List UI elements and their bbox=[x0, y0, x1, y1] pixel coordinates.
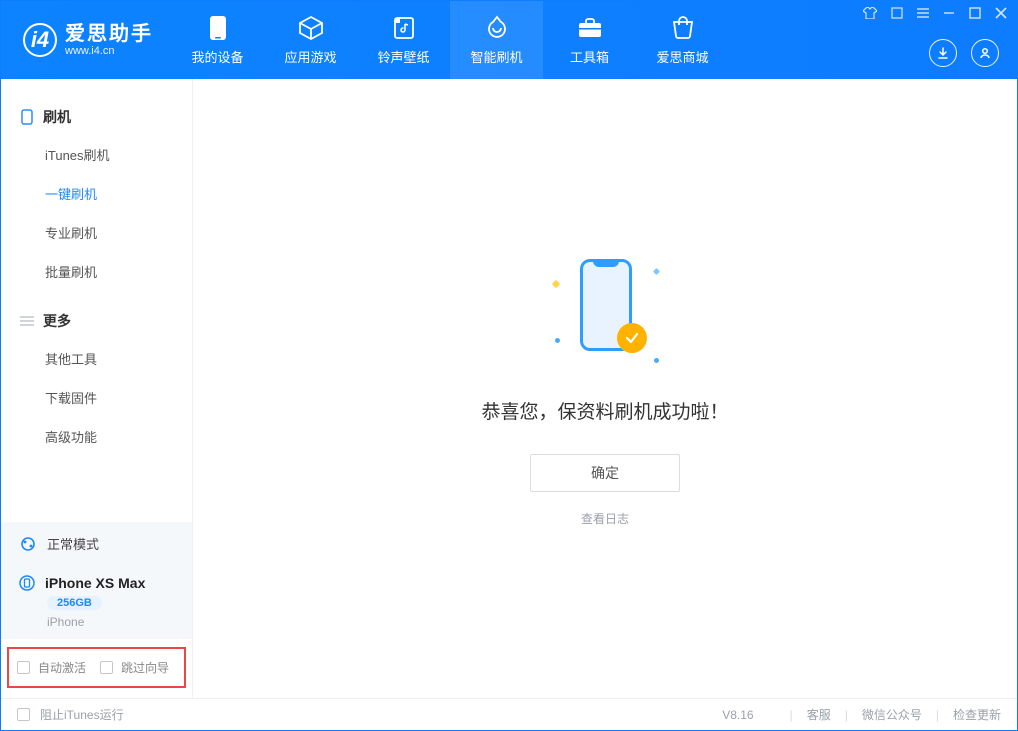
nav-label: 应用游戏 bbox=[284, 47, 336, 66]
sidebar-head-more[interactable]: 更多 bbox=[1, 303, 192, 339]
checkbox-label: 阻止iTunes运行 bbox=[40, 706, 124, 723]
shop-icon bbox=[670, 15, 696, 41]
toolbox-icon bbox=[577, 15, 603, 41]
device-row[interactable]: iPhone XS Max bbox=[1, 565, 192, 593]
maximize-icon[interactable] bbox=[969, 7, 981, 19]
success-illustration bbox=[545, 251, 665, 371]
nav-label: 爱思商城 bbox=[656, 47, 708, 66]
device-capacity-row: 256GB bbox=[1, 593, 192, 615]
checkbox-box bbox=[17, 708, 30, 721]
view-log-link[interactable]: 查看日志 bbox=[581, 510, 629, 527]
nav-my-device[interactable]: 我的设备 bbox=[171, 1, 264, 79]
app-url: www.i4.cn bbox=[65, 45, 153, 57]
body: 刷机 iTunes刷机 一键刷机 专业刷机 批量刷机 更多 其他工具 下载固件 … bbox=[1, 79, 1017, 698]
success-text: 恭喜您，保资料刷机成功啦！ bbox=[481, 397, 728, 424]
version-text: V8.16 bbox=[722, 708, 753, 722]
top-nav: 我的设备 应用游戏 铃声壁纸 智能刷机 bbox=[171, 1, 729, 79]
success-panel: 恭喜您，保资料刷机成功啦！ 确定 查看日志 bbox=[481, 251, 728, 527]
header-actions bbox=[929, 39, 999, 67]
user-button[interactable] bbox=[971, 39, 999, 67]
shirt-icon[interactable] bbox=[863, 7, 877, 19]
nav-label: 我的设备 bbox=[191, 47, 243, 66]
device-type: iPhone bbox=[1, 615, 192, 639]
sidebar-item-firmware[interactable]: 下载固件 bbox=[1, 378, 192, 417]
window-controls bbox=[863, 7, 1007, 19]
checkbox-skip-guide[interactable]: 跳过向导 bbox=[100, 659, 169, 676]
ringtone-icon bbox=[391, 15, 417, 41]
nav-apps[interactable]: 应用游戏 bbox=[264, 1, 357, 79]
sidebar-item-itunes[interactable]: iTunes刷机 bbox=[1, 135, 192, 174]
device-icon bbox=[19, 575, 35, 591]
sidebar-head-flash[interactable]: 刷机 bbox=[1, 99, 192, 135]
checkbox-stop-itunes[interactable]: 阻止iTunes运行 bbox=[17, 706, 124, 723]
device-capacity-badge: 256GB bbox=[47, 596, 102, 610]
nav-label: 铃声壁纸 bbox=[377, 47, 429, 66]
mode-row[interactable]: 正常模式 bbox=[1, 522, 192, 565]
sidebar-scroll: 刷机 iTunes刷机 一键刷机 专业刷机 批量刷机 更多 其他工具 下载固件 … bbox=[1, 79, 192, 522]
logo-text: 爱思助手 www.i4.cn bbox=[65, 23, 153, 57]
checkbox-box bbox=[17, 661, 30, 674]
nav-ringtone[interactable]: 铃声壁纸 bbox=[357, 1, 450, 79]
checkbox-label: 跳过向导 bbox=[121, 659, 169, 676]
ok-button[interactable]: 确定 bbox=[530, 454, 680, 492]
sidebar-item-pro[interactable]: 专业刷机 bbox=[1, 213, 192, 252]
nav-label: 智能刷机 bbox=[470, 47, 522, 66]
section-title: 刷机 bbox=[43, 107, 71, 127]
download-button[interactable] bbox=[929, 39, 957, 67]
header: i4 爱思助手 www.i4.cn 我的设备 应用游戏 bbox=[1, 1, 1017, 79]
close-icon[interactable] bbox=[995, 7, 1007, 19]
app-title: 爱思助手 bbox=[65, 23, 153, 45]
footer: 阻止iTunes运行 V8.16 | 客服 | 微信公众号 | 检查更新 bbox=[1, 698, 1017, 730]
nav-shop[interactable]: 爱思商城 bbox=[636, 1, 729, 79]
nav-label: 工具箱 bbox=[570, 47, 609, 66]
menu-icon[interactable] bbox=[917, 8, 929, 18]
device-name: iPhone XS Max bbox=[45, 575, 145, 591]
mode-label: 正常模式 bbox=[47, 534, 99, 553]
restore-icon[interactable] bbox=[891, 7, 903, 19]
sidebar: 刷机 iTunes刷机 一键刷机 专业刷机 批量刷机 更多 其他工具 下载固件 … bbox=[1, 79, 193, 698]
option-row-highlight: 自动激活 跳过向导 bbox=[7, 647, 186, 688]
sidebar-section-flash: 刷机 iTunes刷机 一键刷机 专业刷机 批量刷机 bbox=[1, 93, 192, 297]
nav-flash[interactable]: 智能刷机 bbox=[450, 1, 543, 79]
logo[interactable]: i4 爱思助手 www.i4.cn bbox=[1, 23, 171, 57]
device-panel: 正常模式 iPhone XS Max 256GB iPhone bbox=[1, 522, 192, 639]
mode-icon bbox=[19, 535, 37, 553]
footer-link-wechat[interactable]: 微信公众号 bbox=[862, 706, 922, 723]
apps-icon bbox=[298, 15, 324, 41]
checkbox-box bbox=[100, 661, 113, 674]
sidebar-item-onekey[interactable]: 一键刷机 bbox=[1, 174, 192, 213]
nav-toolbox[interactable]: 工具箱 bbox=[543, 1, 636, 79]
checkbox-label: 自动激活 bbox=[38, 659, 86, 676]
phone-icon bbox=[19, 109, 35, 125]
sidebar-section-more: 更多 其他工具 下载固件 高级功能 bbox=[1, 297, 192, 462]
app-window: i4 爱思助手 www.i4.cn 我的设备 应用游戏 bbox=[0, 0, 1018, 731]
footer-link-update[interactable]: 检查更新 bbox=[953, 706, 1001, 723]
sidebar-item-advanced[interactable]: 高级功能 bbox=[1, 417, 192, 456]
checkbox-auto-activate[interactable]: 自动激活 bbox=[17, 659, 86, 676]
logo-icon: i4 bbox=[23, 23, 57, 57]
list-icon bbox=[19, 313, 35, 329]
flash-icon bbox=[484, 15, 510, 41]
check-icon bbox=[617, 323, 647, 353]
minimize-icon[interactable] bbox=[943, 7, 955, 19]
section-title: 更多 bbox=[43, 311, 71, 331]
sidebar-item-batch[interactable]: 批量刷机 bbox=[1, 252, 192, 291]
main-content: 恭喜您，保资料刷机成功啦！ 确定 查看日志 bbox=[193, 79, 1017, 698]
footer-link-support[interactable]: 客服 bbox=[807, 706, 831, 723]
device-icon bbox=[205, 15, 231, 41]
sidebar-item-other[interactable]: 其他工具 bbox=[1, 339, 192, 378]
